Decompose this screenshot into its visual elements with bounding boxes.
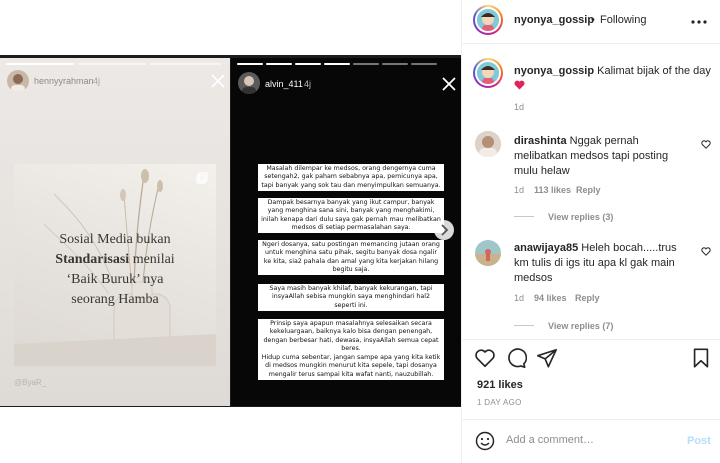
comment-time: 1d [514, 185, 525, 195]
story-time: 4j [93, 76, 101, 86]
comment-likes[interactable]: 94 likes [534, 293, 567, 303]
story-progress-bar [382, 63, 408, 65]
bookmark-icon[interactable] [690, 347, 712, 369]
actions-divider [462, 339, 720, 340]
photo-credit: @ByaR_ [14, 378, 47, 387]
replies-line [514, 216, 534, 217]
view-replies-button[interactable]: View replies (3) [548, 212, 613, 222]
add-comment-input[interactable] [506, 434, 676, 446]
header-divider [462, 43, 720, 44]
story-progress-bar [6, 63, 74, 65]
story-text-block: Prinsip saya apapun masalahnya selesaika… [258, 319, 444, 355]
emoji-icon[interactable] [475, 431, 495, 451]
header-dot: • [591, 14, 595, 26]
quote-bold-word: Standarisasi [55, 252, 130, 267]
comment-username[interactable]: anawijaya85 [514, 242, 578, 254]
story-progress-bar [353, 63, 379, 65]
comment-likes[interactable]: 113 likes [534, 185, 571, 195]
more-icon[interactable] [690, 17, 708, 27]
story-text-block: Saya masih banyak khilaf, banyak kekuran… [258, 284, 444, 311]
quote-line-1: Sosial Media bukan [59, 232, 171, 247]
comment-avatar[interactable] [475, 131, 501, 157]
quote-photo: Sosial Media bukan Standarisasi menilai … [14, 164, 216, 366]
quote-line-4: seorang Hamba [71, 292, 159, 307]
quote-line-3: ‘Baik Buruk’ nya [66, 272, 164, 287]
comment-likes-label: 94 likes [534, 293, 567, 303]
story-text-block: Dampak besarnya banyak yang ikut campur,… [258, 198, 444, 234]
header-username[interactable]: nyonya_gossip [514, 14, 594, 26]
replies-line [514, 325, 534, 326]
story-screenshot-right: alvin_411 4j Masalah dilempar ke medsos,… [231, 58, 461, 406]
comment-reply-label: Reply [576, 185, 601, 195]
comment-reply-label: Reply [575, 293, 600, 303]
likes-count[interactable]: 921 likes [477, 379, 523, 391]
comment-icon[interactable] [505, 347, 527, 369]
story-progress-bar [150, 63, 222, 65]
story-screenshot-left: hennyyrahman 4j Sosial Media bukan Stand… [0, 58, 230, 406]
post-media[interactable]: hennyyrahman 4j Sosial Media bukan Stand… [0, 0, 461, 463]
quote-text: Sosial Media bukan Standarisasi menilai … [14, 230, 216, 310]
comment-time: 1d [514, 293, 525, 303]
chevron-right-icon [441, 224, 449, 236]
story-progress-bar [324, 63, 350, 65]
caption-time: 1d [514, 102, 525, 112]
story-avatar [7, 70, 29, 92]
story-time: 4j [304, 79, 312, 89]
caption-text: Kalimat bijak of the day [597, 65, 711, 77]
quote-line-2: Standarisasi menilai [14, 250, 216, 270]
close-icon [442, 77, 456, 91]
comment-like-icon[interactable] [701, 140, 711, 149]
story-username: hennyyrahman [34, 76, 94, 86]
post-comment-button[interactable]: Post [687, 435, 711, 447]
story-text-block: Hidup cuma sebentar, jangan sampe apa ya… [258, 353, 444, 380]
multiple-posts-icon [196, 172, 208, 184]
story-text-block: Ngeri dosanya, satu postingan memancing … [258, 240, 444, 276]
comment-reply-button[interactable]: Reply [576, 185, 601, 195]
add-comment-divider [462, 419, 720, 420]
story-text-block: Masalah dilempar ke medsos, orang denger… [258, 164, 444, 191]
comment-like-icon[interactable] [701, 247, 711, 256]
comment-body: anawijaya85 Heleh bocah.....trus km tuli… [514, 241, 694, 286]
story-progress-bar [411, 63, 437, 65]
close-icon [211, 74, 225, 88]
comment-likes-label: 113 likes [534, 185, 572, 195]
quote-line-2-rest: menilai [132, 252, 175, 267]
heart-icon[interactable] [474, 347, 496, 369]
caption-avatar[interactable] [473, 58, 503, 88]
story-avatar [238, 72, 260, 94]
comment-reply-button[interactable]: Reply [575, 293, 600, 303]
story-username: alvin_411 [265, 79, 303, 89]
comment-avatar[interactable] [475, 240, 501, 266]
caption-username[interactable]: nyonya_gossip [514, 65, 594, 77]
follow-status-button[interactable]: Following [600, 14, 646, 26]
view-replies-button[interactable]: View replies (7) [548, 321, 613, 331]
heart-emoji [514, 80, 525, 90]
post-age: 1 DAY AGO [477, 398, 522, 407]
post-details-panel: nyonya_gossip • Following nyonya_gossip … [461, 0, 720, 463]
story-progress-bar [237, 63, 263, 65]
share-icon[interactable] [536, 347, 558, 369]
caption: nyonya_gossip Kalimat bijak of the day [514, 64, 714, 94]
comment-username[interactable]: dirashinta [514, 135, 567, 147]
story-progress-bar [78, 63, 146, 65]
header-avatar[interactable] [473, 5, 503, 35]
post-header: nyonya_gossip • Following [462, 0, 720, 41]
next-image-button[interactable] [434, 220, 454, 240]
comment-body: dirashinta Nggak pernah melibatkan medso… [514, 134, 694, 179]
story-progress-bar [295, 63, 321, 65]
story-progress-bar [266, 63, 292, 65]
